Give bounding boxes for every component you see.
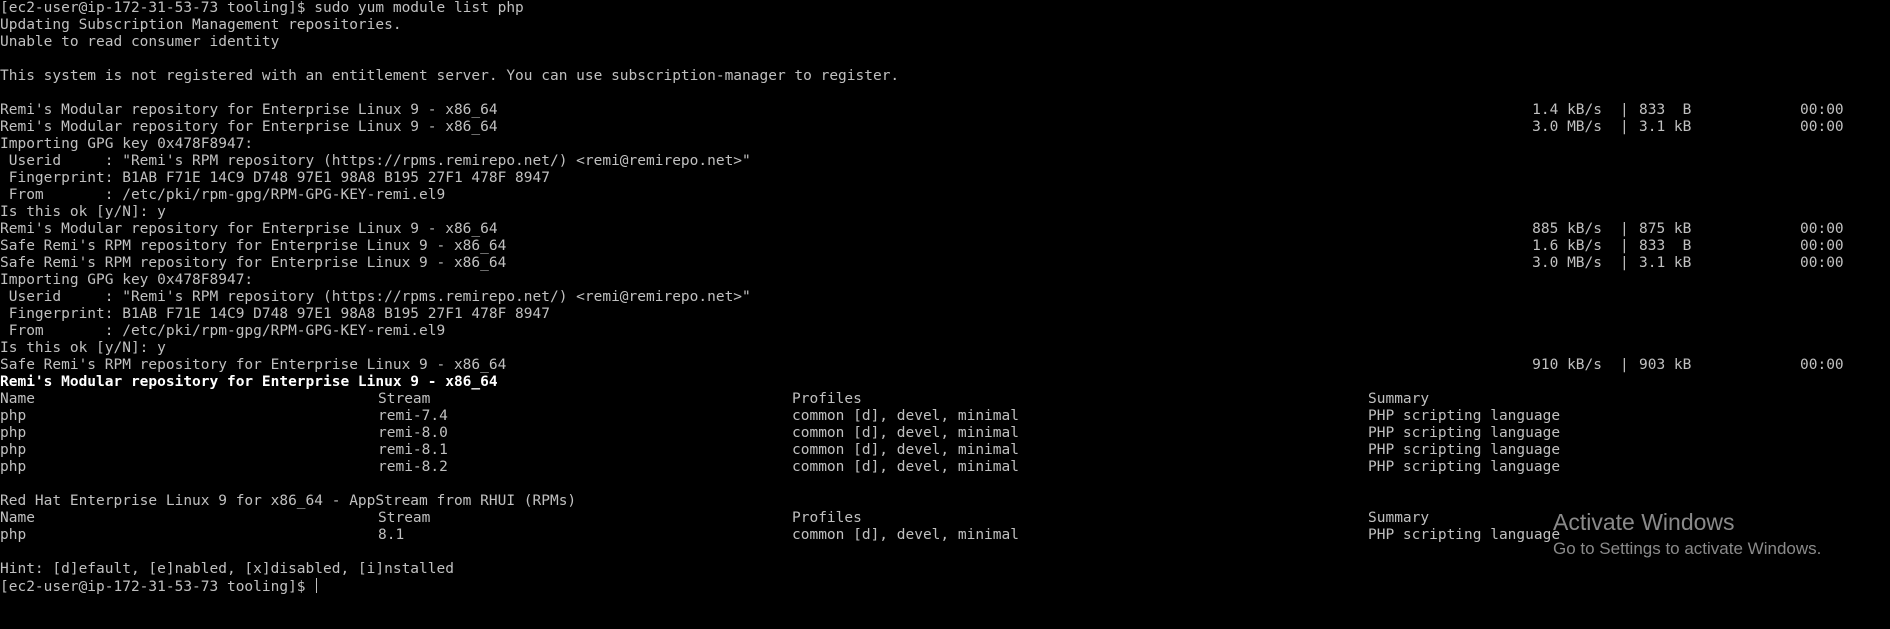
section-title: Remi's Modular repository for Enterprise…	[0, 374, 498, 390]
terminal-line: This system is not registered with an en…	[0, 68, 900, 84]
download-line: Remi's Modular repository for Enterprise…	[0, 221, 1844, 237]
terminal-line: From : /etc/pki/rpm-gpg/RPM-GPG-KEY-remi…	[0, 323, 446, 339]
terminal-line: Userid : "Remi's RPM repository (https:/…	[0, 153, 751, 169]
download-line: Safe Remi's RPM repository for Enterpris…	[0, 255, 1844, 271]
terminal-line: Importing GPG key 0x478F8947:	[0, 272, 254, 288]
table-row: php remi-7.4 common [d], devel, minimal …	[0, 408, 1561, 424]
table-row: php remi-8.1 common [d], devel, minimal …	[0, 442, 1561, 458]
terminal-line: Importing GPG key 0x478F8947:	[0, 136, 254, 152]
table-row: php remi-8.0 common [d], devel, minimal …	[0, 425, 1561, 441]
terminal-line: Is this ok [y/N]: y	[0, 340, 166, 356]
hint-line: Hint: [d]efault, [e]nabled, [x]disabled,…	[0, 561, 454, 577]
download-line: Remi's Modular repository for Enterprise…	[0, 102, 1844, 118]
terminal-line: Is this ok [y/N]: y	[0, 204, 166, 220]
watermark-subtitle: Go to Settings to activate Windows.	[1553, 539, 1822, 558]
text-cursor	[316, 578, 318, 593]
table-row: php remi-8.2 common [d], devel, minimal …	[0, 459, 1561, 475]
terminal-line: Unable to read consumer identity	[0, 34, 280, 50]
terminal-line: [ec2-user@ip-172-31-53-73 tooling]$ sudo…	[0, 0, 1890, 17]
command-line: [ec2-user@ip-172-31-53-73 tooling]$ sudo…	[0, 0, 524, 16]
watermark-title: Activate Windows	[1553, 509, 1735, 535]
terminal-line: Userid : "Remi's RPM repository (https:/…	[0, 289, 751, 305]
download-line: Remi's Modular repository for Enterprise…	[0, 119, 1844, 135]
download-line: Safe Remi's RPM repository for Enterpris…	[0, 238, 1844, 254]
download-line: Safe Remi's RPM repository for Enterpris…	[0, 357, 1844, 373]
prompt-line[interactable]: [ec2-user@ip-172-31-53-73 tooling]$	[0, 578, 1890, 595]
terminal-line: Fingerprint: B1AB F71E 14C9 D748 97E1 98…	[0, 306, 550, 322]
terminal-line: From : /etc/pki/rpm-gpg/RPM-GPG-KEY-remi…	[0, 187, 446, 203]
terminal-line: Fingerprint: B1AB F71E 14C9 D748 97E1 98…	[0, 170, 550, 186]
shell-prompt: [ec2-user@ip-172-31-53-73 tooling]$	[0, 579, 315, 595]
terminal-line: Updating Subscription Management reposit…	[0, 17, 402, 33]
activate-windows-watermark: Activate Windows Go to Settings to activ…	[1553, 508, 1821, 560]
table-header: Name Stream Profiles Summary	[0, 391, 1430, 407]
